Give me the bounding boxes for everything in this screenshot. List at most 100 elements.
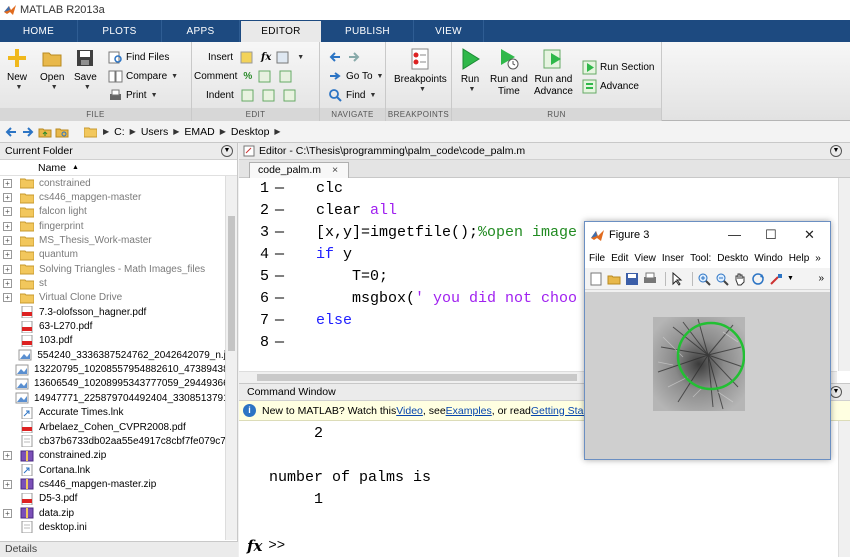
- insert-button[interactable]: Insert fx ▼: [208, 48, 304, 66]
- expand-icon[interactable]: +: [3, 250, 12, 260]
- comment-button[interactable]: Comment %: [194, 67, 296, 85]
- breakpoint-marker[interactable]: —: [275, 288, 284, 310]
- tab-editor[interactable]: EDITOR: [240, 20, 322, 42]
- open-button[interactable]: Open ▼: [40, 47, 64, 91]
- menu-window[interactable]: Windo: [754, 253, 782, 264]
- run-button[interactable]: Run ▼: [458, 47, 482, 93]
- compare-button[interactable]: Compare ▼: [108, 67, 178, 85]
- expand-icon[interactable]: +: [3, 236, 12, 246]
- pan-hand-icon[interactable]: [733, 272, 747, 286]
- expand-icon[interactable]: +: [3, 508, 12, 518]
- close-icon[interactable]: ✕: [804, 227, 815, 243]
- expand-icon[interactable]: +: [3, 221, 12, 231]
- list-item[interactable]: Cortana.lnk: [0, 463, 237, 477]
- list-item[interactable]: 13606549_10208995343777059_29449366...: [0, 377, 237, 391]
- expand-icon[interactable]: +: [3, 451, 12, 461]
- advance-button[interactable]: Advance: [582, 77, 639, 95]
- menu-help[interactable]: Help: [789, 253, 810, 264]
- back-icon[interactable]: [4, 125, 18, 139]
- breakpoints-button[interactable]: Breakpoints ▼: [394, 47, 447, 93]
- tab-plots[interactable]: PLOTS: [78, 20, 162, 42]
- data-cursor-icon[interactable]: [769, 272, 783, 286]
- menu-tools[interactable]: Tool:: [690, 253, 711, 264]
- breadcrumb-item[interactable]: Desktop: [231, 126, 270, 138]
- tab-home[interactable]: HOME: [0, 20, 78, 42]
- minimize-icon[interactable]: —: [728, 227, 741, 242]
- list-item[interactable]: + cs446_mapgen-master.zip: [0, 477, 237, 491]
- close-tab-icon[interactable]: ×: [332, 164, 338, 176]
- list-item[interactable]: + Solving Triangles - Math Images_files: [0, 262, 237, 276]
- list-item[interactable]: cb37b6733db02aa55e4917c8cbf7fe079c7...: [0, 434, 237, 448]
- go-to-button[interactable]: Go To ▼: [328, 67, 383, 85]
- breakpoint-marker[interactable]: —: [275, 222, 284, 244]
- menu-desktop[interactable]: Deskto: [717, 253, 748, 264]
- find-button[interactable]: Find ▼: [328, 86, 376, 104]
- list-item[interactable]: + quantum: [0, 248, 237, 262]
- examples-link[interactable]: Examples: [446, 405, 492, 417]
- video-link[interactable]: Video: [396, 405, 423, 417]
- menu-overflow-icon[interactable]: »: [815, 253, 821, 264]
- run-section-button[interactable]: Run Section: [582, 58, 654, 76]
- panel-actions-icon[interactable]: ▼: [221, 145, 233, 157]
- print-figure-icon[interactable]: [643, 272, 657, 286]
- list-item[interactable]: D5-3.pdf: [0, 492, 237, 506]
- list-item[interactable]: + Virtual Clone Drive: [0, 291, 237, 305]
- toolbar-overflow-icon[interactable]: »: [818, 273, 824, 284]
- run-and-time-button[interactable]: Run and Time: [490, 47, 528, 98]
- tab-view[interactable]: VIEW: [414, 20, 484, 42]
- list-item[interactable]: 63-L270.pdf: [0, 319, 237, 333]
- code-line[interactable]: 2 — clear all: [239, 200, 837, 222]
- function-browser-icon[interactable]: fx: [247, 537, 262, 555]
- breadcrumb-item[interactable]: EMAD: [184, 126, 214, 138]
- open-file-icon[interactable]: [607, 272, 621, 286]
- chevron-down-icon[interactable]: ▼: [787, 275, 794, 282]
- breadcrumb-item[interactable]: Users: [141, 126, 168, 138]
- list-item[interactable]: + fingerprint: [0, 219, 237, 233]
- breakpoint-marker[interactable]: —: [275, 266, 284, 288]
- maximize-icon[interactable]: ☐: [765, 227, 777, 243]
- panel-actions-icon[interactable]: ▼: [830, 386, 842, 398]
- new-figure-icon[interactable]: [589, 272, 603, 286]
- command-prompt[interactable]: fx >>: [247, 537, 285, 555]
- breakpoint-marker[interactable]: —: [275, 200, 284, 222]
- details-panel-header[interactable]: Details: [0, 541, 238, 557]
- tab-publish[interactable]: PUBLISH: [322, 20, 414, 42]
- list-item[interactable]: 554240_3336387524762_2042642079_n.jpg: [0, 348, 237, 362]
- expand-icon[interactable]: +: [3, 293, 12, 303]
- list-item[interactable]: + constrained.zip: [0, 449, 237, 463]
- menu-insert[interactable]: Inser: [662, 253, 684, 264]
- list-item[interactable]: + constrained: [0, 176, 237, 190]
- zoom-in-icon[interactable]: [697, 272, 711, 286]
- name-column-header[interactable]: Name ▲: [0, 160, 237, 176]
- expand-icon[interactable]: +: [3, 264, 12, 274]
- expand-icon[interactable]: +: [3, 178, 12, 188]
- list-item[interactable]: + data.zip: [0, 506, 237, 520]
- list-item[interactable]: 13220795_10208557954882610_47389438...: [0, 362, 237, 376]
- breakpoint-marker[interactable]: —: [275, 332, 284, 354]
- forward-icon[interactable]: [21, 125, 35, 139]
- editor-vertical-scrollbar[interactable]: [838, 178, 850, 371]
- breakpoint-marker[interactable]: —: [275, 178, 284, 200]
- list-item[interactable]: 14947771_225879704492404_3308513791...: [0, 391, 237, 405]
- zoom-out-icon[interactable]: [715, 272, 729, 286]
- editor-tab-code-palm[interactable]: code_palm.m ×: [249, 162, 350, 178]
- fx-button[interactable]: fx: [261, 52, 271, 63]
- breakpoint-marker[interactable]: —: [275, 310, 284, 332]
- tab-apps[interactable]: APPS: [162, 20, 240, 42]
- list-item[interactable]: desktop.ini: [0, 520, 237, 534]
- expand-icon[interactable]: +: [3, 207, 12, 217]
- browse-folder-icon[interactable]: [55, 125, 69, 139]
- list-item[interactable]: Arbelaez_Cohen_CVPR2008.pdf: [0, 420, 237, 434]
- expand-icon[interactable]: +: [3, 479, 12, 489]
- menu-edit[interactable]: Edit: [611, 253, 628, 264]
- rotate-3d-icon[interactable]: [751, 272, 765, 286]
- command-window-scrollbar[interactable]: [838, 421, 850, 557]
- find-files-button[interactable]: Find Files: [108, 48, 169, 66]
- save-button[interactable]: Save ▼: [74, 47, 97, 91]
- list-item[interactable]: 7.3-olofsson_hagner.pdf: [0, 305, 237, 319]
- list-item[interactable]: + MS_Thesis_Work-master: [0, 233, 237, 247]
- menu-file[interactable]: File: [589, 253, 605, 264]
- save-figure-icon[interactable]: [625, 272, 639, 286]
- print-button[interactable]: Print ▼: [108, 86, 158, 104]
- expand-icon[interactable]: +: [3, 279, 12, 289]
